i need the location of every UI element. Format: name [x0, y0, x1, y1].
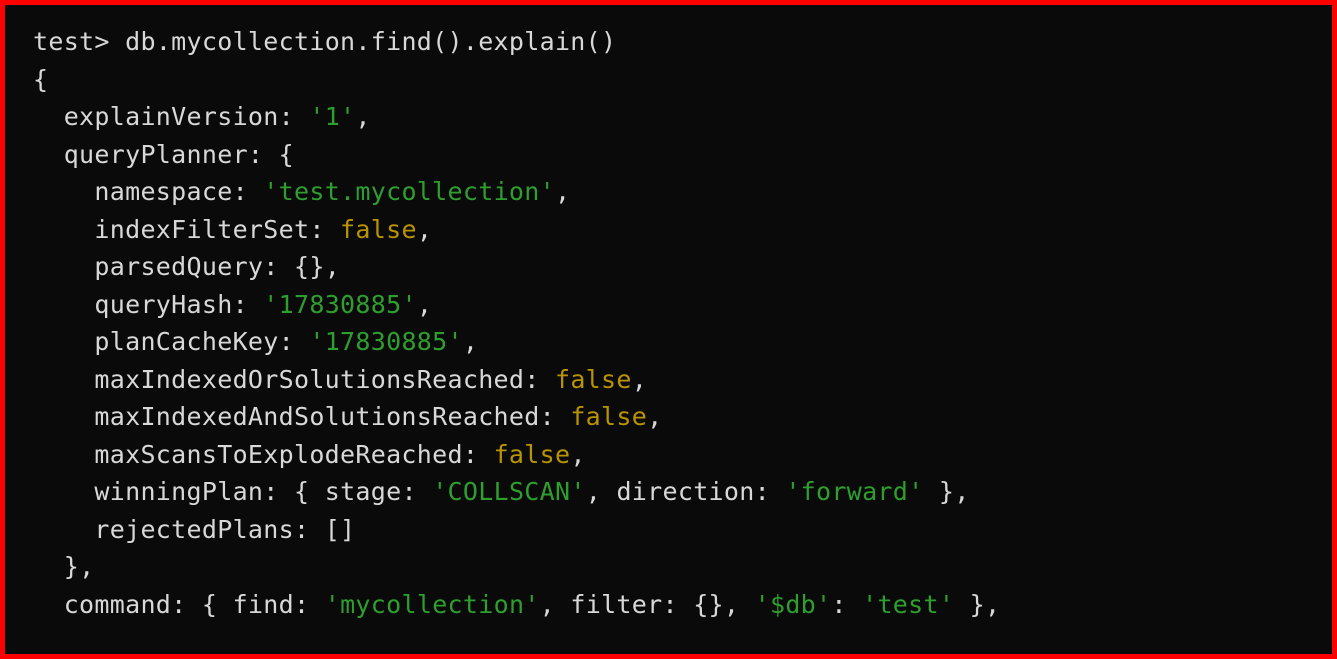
val-queryHash: '17830885' — [263, 290, 417, 319]
shell-prompt: test> — [33, 27, 110, 56]
key-queryPlanner: queryPlanner — [64, 140, 248, 169]
key-planCacheKey: planCacheKey — [94, 327, 278, 356]
val-maxIndexedAnd: false — [570, 402, 647, 431]
key-parsedQuery: parsedQuery — [94, 252, 263, 281]
terminal-output: test> db.mycollection.find().explain() {… — [33, 23, 1304, 623]
val-planCacheKey: '17830885' — [309, 327, 463, 356]
val-maxScans: false — [494, 440, 571, 469]
key-rejectedPlans: rejectedPlans — [94, 515, 294, 544]
key-db: '$db' — [755, 590, 832, 619]
key-maxScans: maxScansToExplodeReached — [94, 440, 462, 469]
val-maxIndexedOr: false — [555, 365, 632, 394]
val-rejectedPlans: [] — [325, 515, 356, 544]
val-find: 'mycollection' — [325, 590, 540, 619]
key-explainVersion: explainVersion — [64, 102, 279, 131]
val-filter: {} — [693, 590, 724, 619]
val-direction: 'forward' — [785, 477, 923, 506]
key-queryHash: queryHash — [94, 290, 232, 319]
key-indexFilterSet: indexFilterSet — [94, 215, 309, 244]
key-winningPlan: winningPlan — [94, 477, 263, 506]
key-filter: filter — [570, 590, 662, 619]
key-find: find — [233, 590, 294, 619]
command-input[interactable]: db.mycollection.find().explain() — [125, 27, 616, 56]
key-namespace: namespace — [94, 177, 232, 206]
val-explainVersion: '1' — [309, 102, 355, 131]
key-direction: direction — [616, 477, 754, 506]
val-db: 'test' — [862, 590, 954, 619]
val-namespace: 'test.mycollection' — [263, 177, 555, 206]
val-parsedQuery: {} — [294, 252, 325, 281]
brace-open: { — [33, 65, 48, 94]
key-maxIndexedAnd: maxIndexedAndSolutionsReached — [94, 402, 539, 431]
key-command: command — [64, 590, 171, 619]
brace-close: } — [64, 552, 79, 581]
key-maxIndexedOr: maxIndexedOrSolutionsReached — [94, 365, 524, 394]
val-indexFilterSet: false — [340, 215, 417, 244]
key-stage: stage — [325, 477, 402, 506]
val-stage: 'COLLSCAN' — [432, 477, 586, 506]
terminal-window: test> db.mycollection.find().explain() {… — [0, 0, 1337, 659]
